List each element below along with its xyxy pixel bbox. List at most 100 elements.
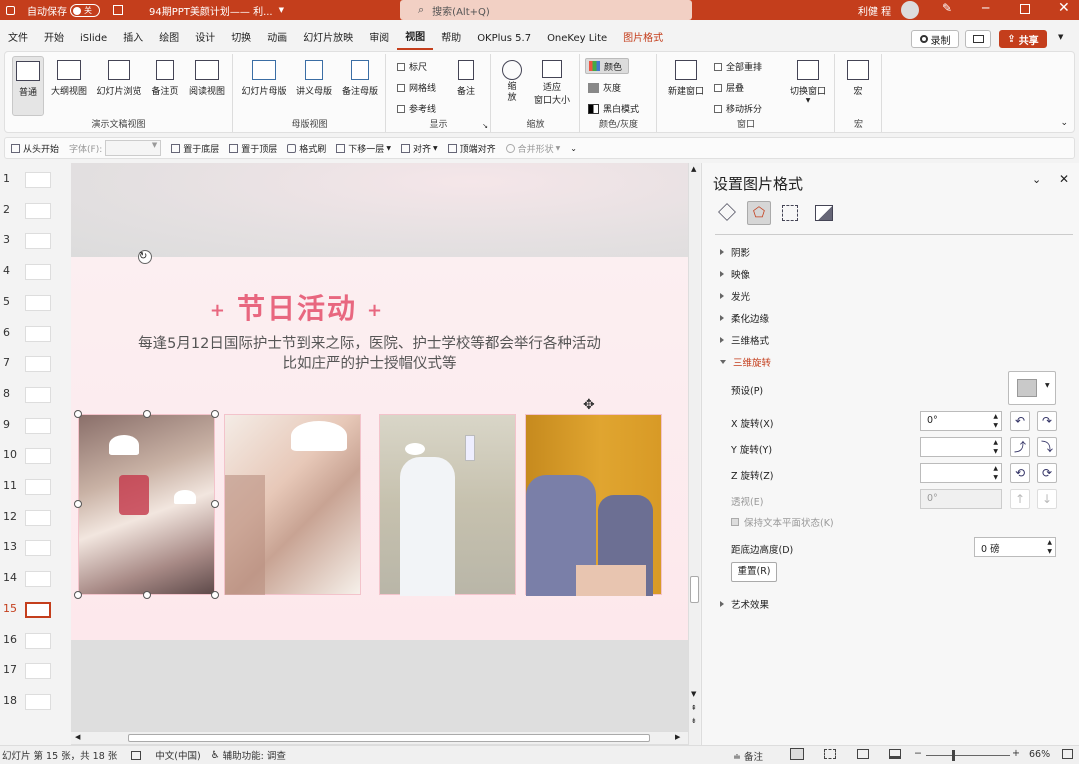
scroll-right-icon[interactable]: ▶: [675, 733, 680, 741]
previous-slide-icon[interactable]: ⇞: [691, 704, 697, 712]
slide-thumbnail[interactable]: 14: [0, 568, 64, 590]
switch-window-button[interactable]: 切换窗口 ▼: [786, 60, 830, 104]
menu-insert[interactable]: 插入: [115, 28, 151, 50]
menu-design[interactable]: 设计: [187, 28, 223, 50]
resize-handle-left[interactable]: [74, 500, 82, 508]
avatar[interactable]: [901, 1, 919, 19]
handout-master-button[interactable]: 讲义母版: [292, 60, 336, 97]
resize-handle-top-right[interactable]: [211, 410, 219, 418]
close-icon[interactable]: ✕: [1058, 0, 1070, 16]
resize-handle-right[interactable]: [211, 500, 219, 508]
z-rotate-counterclockwise-icon[interactable]: ⟲: [1010, 463, 1030, 483]
fit-to-window-button[interactable]: 适应 窗口大小: [530, 60, 574, 106]
reading-view-status-icon[interactable]: [857, 749, 869, 759]
reset-button[interactable]: 重置(R): [731, 562, 777, 582]
menu-islide[interactable]: iSlide: [72, 28, 115, 50]
shadow-section-header[interactable]: 阴影: [720, 245, 750, 259]
slide-thumbnail[interactable]: 11: [0, 476, 64, 498]
save-icon[interactable]: [113, 5, 123, 15]
slide-thumbnail[interactable]: 6: [0, 323, 64, 345]
merge-shapes-button[interactable]: 合并形状 ▼: [505, 142, 560, 155]
slide-thumbnail[interactable]: 10: [0, 445, 64, 467]
zoom-out-icon[interactable]: −: [914, 748, 922, 759]
slide-thumbnail[interactable]: 5: [0, 292, 64, 314]
slide-body-text[interactable]: 每逢5月12日国际护士节到来之际，医院、护士学校等都会举行各种活动 比如庄严的护…: [71, 334, 668, 374]
record-button[interactable]: 录制: [911, 30, 959, 48]
zoom-slider-thumb[interactable]: [952, 750, 955, 761]
reflection-section-header[interactable]: 映像: [720, 267, 750, 281]
slide-thumbnail[interactable]: 8: [0, 384, 64, 406]
3d-rotation-section-header[interactable]: 三维旋转: [720, 355, 771, 369]
slide-thumbnail[interactable]: 3: [0, 230, 64, 252]
title-dropdown-icon[interactable]: ▼: [279, 6, 284, 14]
menu-picture-format[interactable]: 图片格式: [615, 28, 671, 50]
notes-toggle[interactable]: ≐ 备注: [733, 749, 763, 763]
grayscale-button[interactable]: 灰度: [588, 81, 621, 94]
align-button[interactable]: 对齐 ▼: [400, 142, 438, 155]
canvas-vertical-scrollbar[interactable]: ▲ ▼ ⇞ ⇟: [688, 163, 700, 745]
new-window-button[interactable]: 新建窗口: [662, 60, 710, 97]
resize-handle-top-left[interactable]: [74, 410, 82, 418]
zoom-in-icon[interactable]: +: [1012, 748, 1020, 759]
fit-slide-icon[interactable]: [1062, 749, 1073, 759]
perspective-input[interactable]: 0°: [920, 489, 1002, 509]
font-select[interactable]: ▼: [105, 140, 162, 156]
macro-button[interactable]: 宏: [842, 60, 874, 97]
normal-view-status-icon[interactable]: [790, 748, 804, 760]
artistic-effects-section-header[interactable]: 艺术效果: [720, 597, 769, 611]
share-button[interactable]: ⇪ 共享: [999, 30, 1047, 48]
resize-handle-top[interactable]: [143, 410, 151, 418]
menu-draw[interactable]: 绘图: [151, 28, 187, 50]
collapse-ribbon-icon[interactable]: ⌄: [1060, 118, 1068, 128]
black-white-button[interactable]: 黑白模式: [588, 102, 639, 115]
ruler-checkbox[interactable]: 标尺: [397, 60, 427, 73]
normal-view-button[interactable]: 普通: [12, 56, 44, 116]
photo-nurse-iv-drip[interactable]: [379, 414, 516, 596]
slide-thumbnail[interactable]: 4: [0, 261, 64, 283]
picture-tab-icon[interactable]: [815, 205, 833, 221]
photo-nurse-portrait[interactable]: [224, 414, 361, 595]
menu-view[interactable]: 视图: [397, 28, 434, 50]
notes-master-button[interactable]: 备注母版: [338, 60, 382, 97]
slide-sorter-button[interactable]: 幻灯片浏览: [93, 60, 145, 97]
slide-thumbnail[interactable]: 18: [0, 691, 64, 713]
scroll-down-icon[interactable]: ▼: [691, 690, 696, 698]
menu-animations[interactable]: 动画: [259, 28, 295, 50]
fill-line-tab-icon[interactable]: [718, 203, 736, 221]
z-rotate-clockwise-icon[interactable]: ⟳: [1037, 463, 1057, 483]
size-properties-tab-icon[interactable]: [782, 205, 798, 221]
align-top-button[interactable]: 顶端对齐: [447, 142, 496, 155]
x-rotation-input[interactable]: 0° ▲ ▼: [920, 411, 1002, 431]
resize-handle-bottom-right[interactable]: [211, 591, 219, 599]
z-rotation-input[interactable]: ▲ ▼: [920, 463, 1002, 483]
scroll-up-icon[interactable]: ▲: [691, 165, 696, 173]
maximize-icon[interactable]: [1020, 4, 1030, 14]
y-rotate-up-icon[interactable]: ⤴: [1010, 437, 1030, 457]
keep-text-flat-checkbox[interactable]: 保持文本平面状态(K): [731, 515, 834, 529]
menu-file[interactable]: 文件: [0, 28, 36, 50]
photo-nurse-capping-ceremony[interactable]: [78, 414, 215, 595]
pen-icon[interactable]: ✎: [942, 1, 952, 15]
slide-thumbnail[interactable]: 12: [0, 507, 64, 529]
send-to-back-button[interactable]: 置于底层: [171, 142, 219, 155]
effects-tab-icon[interactable]: ⬠: [747, 201, 771, 225]
distance-input[interactable]: 0 磅 ▲ ▼: [974, 537, 1056, 557]
customize-toolbar-icon[interactable]: ⌄: [570, 144, 577, 153]
accessibility-status[interactable]: 辅助功能: 调查: [223, 748, 286, 762]
zoom-button[interactable]: 缩放: [498, 60, 526, 104]
glow-section-header[interactable]: 发光: [720, 289, 750, 303]
menu-onekey[interactable]: OneKey Lite: [539, 28, 615, 50]
language-indicator[interactable]: 中文(中国): [155, 748, 200, 762]
slide-title-row[interactable]: + 节日活动 +: [71, 287, 523, 327]
share-dropdown-icon[interactable]: ▼: [1058, 33, 1063, 41]
pane-options-chevron-icon[interactable]: ⌄: [1032, 173, 1041, 186]
next-slide-icon[interactable]: ⇟: [691, 717, 697, 725]
user-name[interactable]: 利健 程: [858, 3, 891, 18]
slide-thumbnail[interactable]: 2: [0, 200, 64, 222]
zoom-slider[interactable]: [926, 750, 1010, 761]
outline-view-button[interactable]: 大纲视图: [49, 60, 89, 97]
menu-transitions[interactable]: 切换: [223, 28, 259, 50]
slide-sorter-status-icon[interactable]: [824, 749, 836, 759]
pane-close-icon[interactable]: ✕: [1059, 172, 1069, 186]
move-split-button[interactable]: 移动拆分: [714, 102, 762, 115]
